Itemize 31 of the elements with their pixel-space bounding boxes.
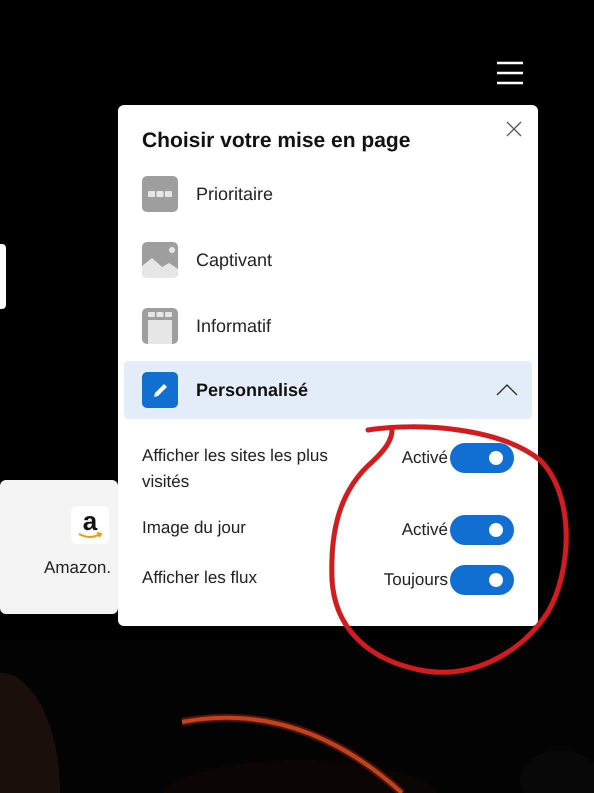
layout-option[interactable]: Captivant	[124, 229, 532, 291]
close-icon	[506, 121, 522, 137]
layout-icon	[142, 308, 178, 344]
option-label: Prioritaire	[196, 184, 274, 204]
setting-label: Image du jour	[142, 517, 247, 539]
chevron-up-icon[interactable]	[496, 384, 518, 396]
toggle-switch[interactable]	[450, 443, 514, 473]
image-icon	[142, 242, 178, 278]
toggle-switch[interactable]	[450, 565, 514, 595]
setting-value: Toujours	[384, 569, 448, 591]
layout-option[interactable]: Informatif	[124, 295, 532, 357]
menu-button[interactable]	[495, 60, 525, 86]
panel-title: Choisir votre mise en page	[142, 129, 412, 153]
layout-option[interactable]: Personnalisé	[124, 361, 532, 419]
layout-icon	[142, 176, 178, 212]
toggle-switch[interactable]	[450, 515, 514, 545]
option-label: Captivant	[196, 250, 274, 270]
close-button[interactable]	[506, 121, 522, 137]
site-label: Amazon.	[44, 558, 112, 578]
option-label: Personnalisé	[196, 380, 310, 400]
pencil-icon	[142, 372, 178, 408]
option-label: Informatif	[196, 316, 272, 336]
setting-value: Activé	[402, 447, 448, 469]
site-tile[interactable]: a Amazon.	[0, 480, 118, 614]
setting-value: Activé	[402, 519, 448, 541]
layout-option[interactable]: Prioritaire	[124, 163, 532, 225]
site-logo: a	[71, 506, 109, 544]
menu-icon	[495, 60, 525, 86]
side-panel-edge	[0, 244, 6, 309]
setting-label: Afficher les sites les plus visités	[142, 445, 329, 493]
setting-label: Afficher les flux	[142, 567, 258, 589]
